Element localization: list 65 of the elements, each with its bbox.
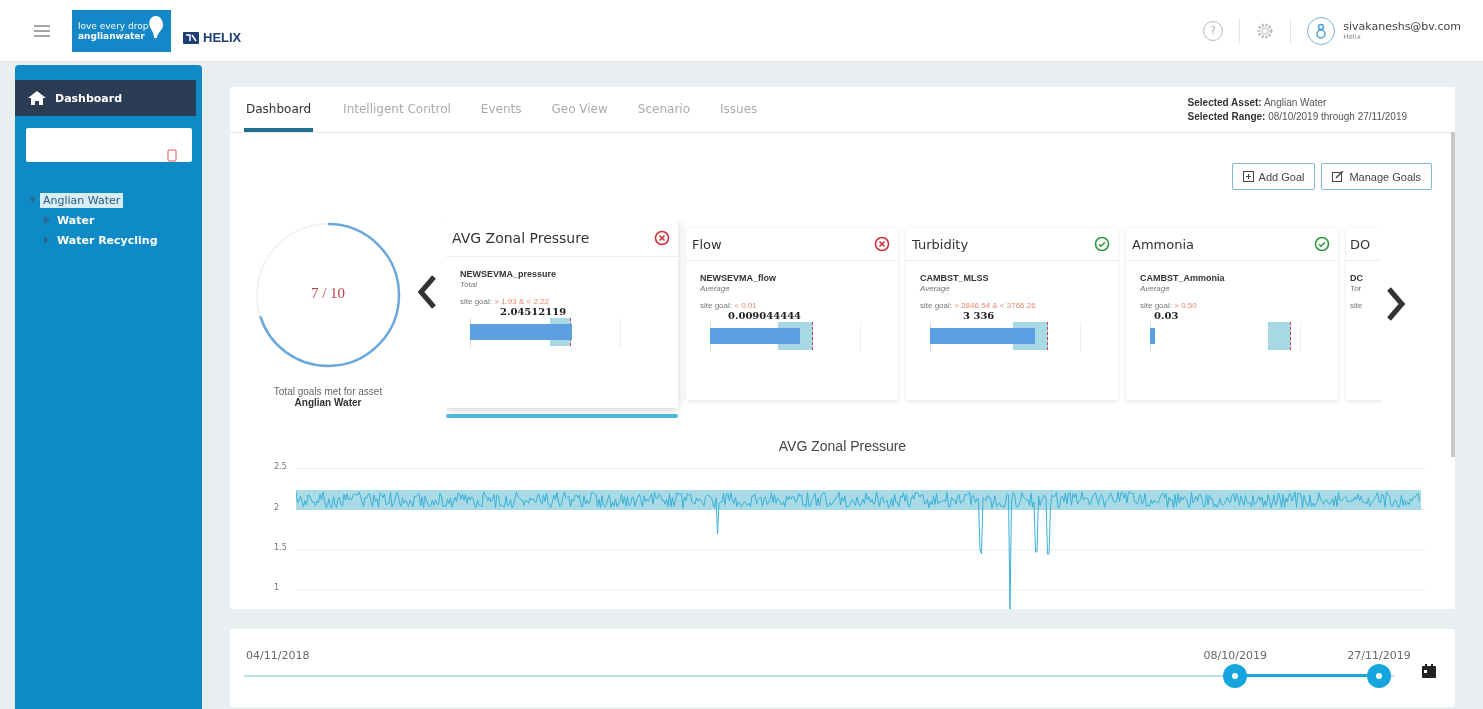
collapse-arrow-icon[interactable] [29,196,36,204]
logo: love every drop anglianwater [72,9,171,52]
site-goal: site goal: > 1.93 & < 2.22 [460,297,550,306]
goal-caption: Total goals met for asset [273,386,383,397]
card-title: AVG Zonal Pressure [452,230,590,246]
chart-title: AVG Zonal Pressure [777,438,908,454]
card-title: Flow [692,236,722,252]
goal-button[interactable]: Add Goal [1231,163,1316,190]
site-goal: site goal: > 0.50 [1140,301,1198,310]
goal-card[interactable]: Flow NEWSEVMA_flow Average site goal: < 0.01 0.009044444 [686,228,898,400]
axis-tick-label: 1 [274,583,280,592]
axis-tick-label: 2.5 [274,462,287,471]
value-label: 3 336 [963,310,995,321]
product-name: HELIX [203,30,242,45]
settings-icon[interactable] [1256,21,1275,40]
axis-tick-label: 2 [274,503,280,512]
selected-asset: Selected Asset: Anglian Water [1187,96,1328,110]
aggregation-label: Average [920,284,951,293]
helix-icon [183,31,199,44]
sensor-name: CAMBST_Ammonia [1140,273,1226,283]
aggregation-label: Average [1140,284,1171,293]
expand-arrow-icon[interactable] [43,216,50,224]
range-date-label: 27/11/2019 [1347,649,1411,662]
site-goal: site goal: > 2846.54 & < 3766.26 [920,301,1037,310]
goal-score: 7 / 10 [309,285,347,302]
goal-card[interactable]: Ammonia CAMBST_Ammonia Average site goal: > 0.50 0.03 [1126,228,1338,400]
range-date-label: 08/10/2019 [1203,649,1267,662]
scrollbar[interactable] [1451,132,1455,457]
value-label: 0.03 [1154,310,1179,321]
expand-arrow-icon[interactable] [43,236,50,244]
search-field[interactable] [26,128,192,162]
aggregation-label: Total [460,280,479,289]
axis-tick-label: 1.5 [274,543,287,552]
tree-item[interactable]: Water [54,212,98,228]
sensor-name: CAMBST_MLSS [920,273,990,283]
edit-icon [1332,171,1345,182]
sensor-name: NEWSEVMA_flow [700,273,777,283]
plus-box-icon [1242,171,1254,182]
goal-card[interactable]: Turbidity CAMBST_MLSS Average site goal: > 2846.54 & < 3766.26 3 336 [906,228,1118,400]
value-label: 2.04512119 [500,306,567,317]
calendar-icon[interactable] [1421,663,1437,679]
site-goal: site goal: < 0.01 [700,301,758,310]
card-title: DO [1350,236,1371,252]
goal-band [1268,322,1291,350]
value-bar [1150,328,1155,344]
menu-icon[interactable] [34,24,50,37]
tree-item[interactable]: Anglian Water [40,192,124,208]
site-goal: site [1350,301,1364,310]
selected-range: Selected Range: 08/10/2019 through 27/11/2019 [1187,110,1407,124]
card-title: Turbidity [912,236,969,252]
aggregation-label: Average [700,284,731,293]
card-title: Ammonia [1132,236,1194,252]
home-icon [27,90,47,106]
sensor-name: NEWSEVMA_pressure [460,269,558,279]
goal-button[interactable]: Manage Goals [1321,163,1432,190]
value-label: 0.009044444 [728,310,802,321]
user-email: sivakaneshs@bv.com [1343,20,1461,33]
tree-item[interactable]: Water Recycling [54,232,161,248]
sensor-name: DC [1350,273,1364,283]
timeline-start-date: 04/11/2018 [246,649,310,662]
goal-card[interactable]: DO DC Tot site [1346,228,1381,400]
aggregation-label: Tot [1350,284,1362,293]
asset-name: Anglian Water [294,397,362,408]
tab[interactable]: Dashboard [244,102,314,132]
sidebar-header[interactable]: Dashboard [15,80,196,116]
